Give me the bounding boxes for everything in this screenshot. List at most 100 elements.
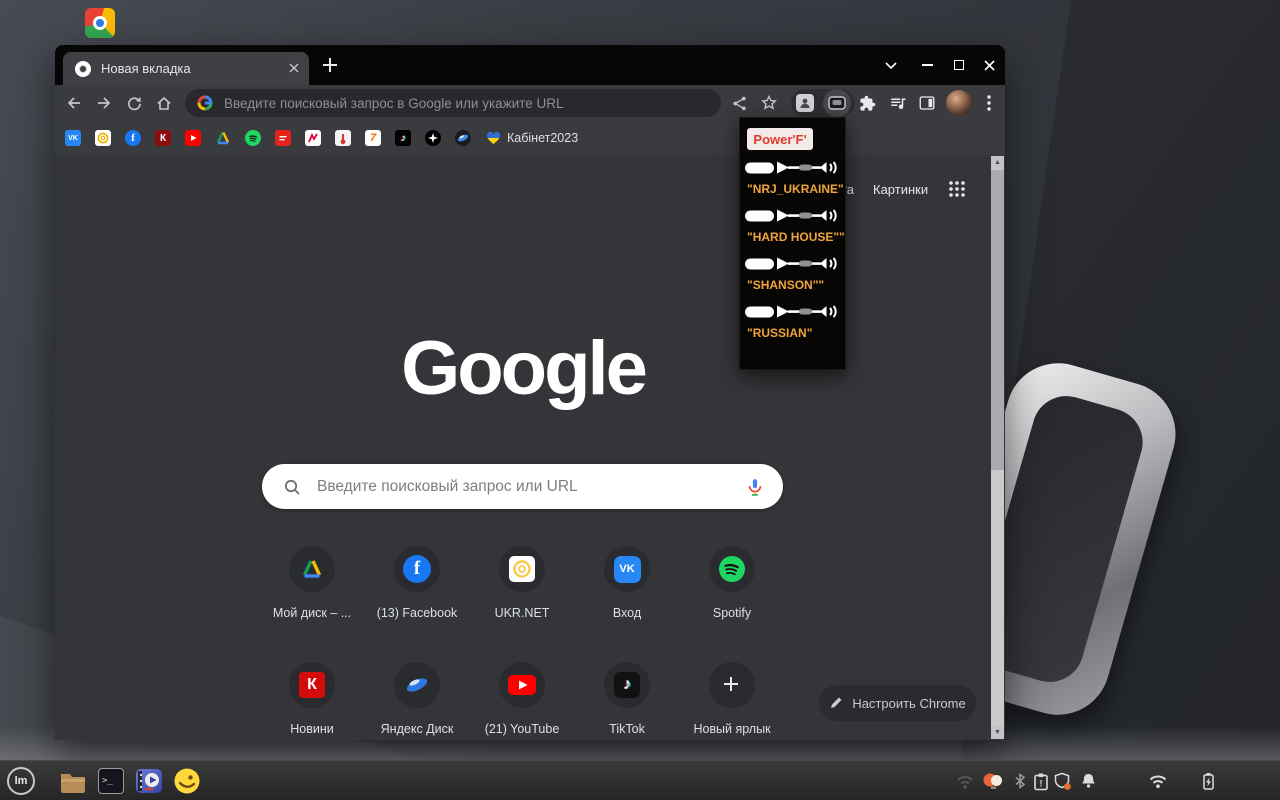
shortcut-youtube[interactable]: (21) YouTube — [470, 662, 574, 736]
extension-radio-icon-active[interactable] — [823, 89, 851, 117]
extension-person-icon[interactable] — [796, 94, 814, 112]
media-player-launcher[interactable] — [134, 766, 164, 796]
mint-menu-button[interactable]: lm — [6, 766, 36, 796]
bookmark-yandex-disk-icon[interactable] — [455, 130, 471, 146]
shortcut-spotify[interactable]: Spotify — [680, 546, 784, 620]
window-titlebar: Новая вкладка — [55, 45, 1005, 85]
minimize-button[interactable] — [915, 53, 939, 77]
tab-search-chevron-icon[interactable] — [879, 53, 903, 77]
file-manager-launcher[interactable] — [58, 766, 88, 796]
terminal-launcher[interactable]: >_ — [96, 766, 126, 796]
radio-extension-popup: Power'F' "NRJ_UKRAINE" — [739, 117, 846, 370]
battery-charging-icon[interactable] — [1198, 771, 1218, 791]
shortcut-tiktok[interactable]: ♪ TikTok — [575, 662, 679, 736]
maximize-button[interactable] — [947, 53, 971, 77]
shortcut-ukrnet[interactable]: UKR.NET — [470, 546, 574, 620]
mic-icon[interactable] — [745, 477, 765, 497]
close-button[interactable] — [977, 53, 1001, 77]
browser-toolbar — [55, 85, 1005, 121]
bookmark-seven-icon[interactable]: 7 — [365, 130, 381, 146]
browser-window: Новая вкладка — [55, 45, 1005, 740]
bookmark-star-icon[interactable] — [756, 90, 782, 116]
tab-new-tab[interactable]: Новая вкладка — [63, 52, 309, 85]
bookmark-sparkle-icon[interactable] — [425, 130, 441, 146]
chromium-favicon — [75, 61, 91, 77]
bookmark-ukraine-heart-icon[interactable] — [485, 130, 501, 146]
taskbar: lm >_ 2 — [0, 760, 1280, 800]
svg-text:!: ! — [1040, 778, 1043, 788]
side-panel-icon[interactable] — [914, 90, 940, 116]
ukrnet-icon — [499, 546, 545, 592]
nav-link-images[interactable]: Картинки — [873, 182, 928, 197]
chat-smiley-launcher[interactable] — [172, 766, 202, 796]
address-bar[interactable] — [185, 89, 721, 117]
shortcut-my-drive[interactable]: Мой диск – ... — [260, 546, 364, 620]
desktop-chrome-shortcut-icon[interactable] — [85, 8, 115, 38]
reload-button[interactable] — [121, 90, 147, 116]
bookmark-folder-label[interactable]: Кабінет2023 — [507, 131, 578, 145]
bookmark-youtube-icon[interactable] — [185, 130, 201, 146]
shortcut-vk-login[interactable]: VK Вход — [575, 546, 679, 620]
bluetooth-icon[interactable] — [1010, 771, 1030, 791]
firewall-shield-icon[interactable] — [1053, 771, 1073, 791]
bookmark-thermometer-icon[interactable] — [335, 130, 351, 146]
redshift-icon[interactable] — [982, 771, 1002, 791]
share-icon[interactable] — [726, 90, 752, 116]
bookmark-nrj-icon[interactable] — [305, 130, 321, 146]
page-scrollbar[interactable]: ▲ ▼ — [991, 156, 1004, 739]
kinopoisk-icon: К — [289, 662, 335, 708]
customize-chrome-button[interactable]: Настроить Chrome — [819, 685, 976, 721]
shortcut-facebook[interactable]: f (13) Facebook — [365, 546, 469, 620]
clipboard-alert-icon[interactable]: ! — [1031, 771, 1051, 791]
plus-icon — [709, 662, 755, 708]
youtube-icon — [499, 662, 545, 708]
shortcut-yandex-disk[interactable]: Яндекс Диск — [365, 662, 469, 736]
audio-player-controls[interactable] — [744, 255, 841, 277]
search-input[interactable] — [315, 477, 745, 497]
search-icon — [283, 478, 301, 496]
media-playlist-icon[interactable] — [885, 90, 911, 116]
google-g-icon — [197, 95, 213, 111]
home-button[interactable] — [151, 90, 177, 116]
network-disabled-icon[interactable] — [955, 771, 975, 791]
bookmark-kinopoisk-icon[interactable]: К — [155, 130, 171, 146]
bookmark-tiktok-icon[interactable]: ♪ — [395, 130, 411, 146]
back-button[interactable] — [61, 90, 87, 116]
audio-player-controls[interactable] — [744, 159, 841, 181]
bookmark-news-icon[interactable] — [275, 130, 291, 146]
station-link[interactable]: "NRJ_UKRAINE" — [747, 182, 844, 196]
pinned-extensions-area — [791, 89, 855, 117]
tab-close-icon[interactable] — [289, 60, 299, 78]
bookmark-spotify-icon[interactable] — [245, 130, 261, 146]
audio-player-controls[interactable] — [744, 303, 841, 325]
bookmark-ukrnet-icon[interactable] — [95, 130, 111, 146]
tab-title: Новая вкладка — [101, 61, 289, 76]
vk-icon: VK — [604, 546, 650, 592]
url-input[interactable] — [222, 95, 721, 112]
drive-icon — [289, 546, 335, 592]
notifications-bell-icon[interactable] — [1078, 771, 1098, 791]
search-box[interactable] — [262, 464, 783, 509]
wifi-icon[interactable] — [1148, 771, 1168, 791]
desktop: Новая вкладка — [0, 0, 1280, 800]
scrollbar-thumb[interactable] — [991, 170, 1004, 470]
station-link[interactable]: "SHANSON"" — [747, 278, 824, 292]
extensions-puzzle-icon[interactable] — [854, 90, 880, 116]
scroll-up-arrow[interactable]: ▲ — [991, 156, 1004, 169]
tiktok-icon: ♪ — [604, 662, 650, 708]
scroll-down-arrow[interactable]: ▼ — [991, 726, 1004, 739]
active-station-button[interactable]: Power'F' — [747, 128, 813, 150]
bookmark-drive-icon[interactable] — [215, 130, 231, 146]
kebab-menu-icon[interactable] — [976, 90, 1002, 116]
profile-avatar[interactable] — [946, 90, 972, 116]
audio-player-controls[interactable] — [744, 207, 841, 229]
shortcut-add-new[interactable]: Новый ярлык — [680, 662, 784, 736]
facebook-icon: f — [394, 546, 440, 592]
shortcut-kinopoisk[interactable]: К Новини — [260, 662, 364, 736]
forward-button[interactable] — [91, 90, 117, 116]
station-link[interactable]: "HARD HOUSE"" — [747, 230, 845, 244]
bookmark-facebook-icon[interactable]: f — [125, 130, 141, 146]
station-link[interactable]: "RUSSIAN" — [747, 326, 812, 340]
google-apps-grid-icon[interactable] — [948, 180, 966, 203]
bookmark-vk-icon[interactable]: VK — [65, 130, 81, 146]
